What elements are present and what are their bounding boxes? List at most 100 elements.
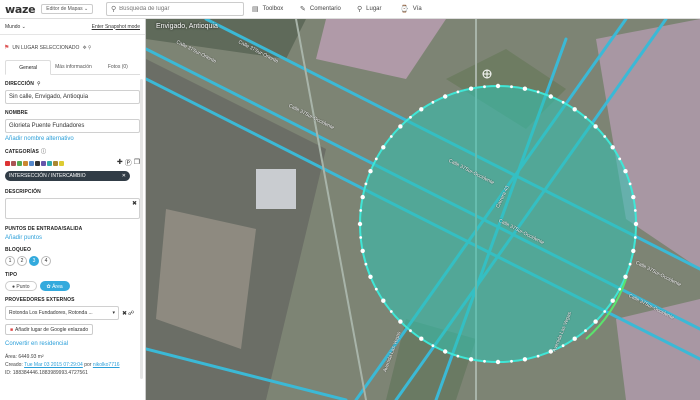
area-vertex-handle[interactable] xyxy=(633,221,639,227)
area-vertex-handle[interactable] xyxy=(593,124,598,129)
provider-dropdown-icon[interactable]: ▾ xyxy=(112,310,115,316)
area-vertex-handle[interactable] xyxy=(381,298,386,303)
type-area-button[interactable]: ✿ Área xyxy=(39,281,70,291)
area-vertex-handle[interactable] xyxy=(483,359,486,363)
tab-general[interactable]: General xyxy=(5,60,52,75)
area-vertex-handle[interactable] xyxy=(603,310,607,313)
area-vertex-handle[interactable] xyxy=(443,349,448,354)
area-vertex-handle[interactable] xyxy=(431,100,435,104)
name-field[interactable]: Glorieta Puente Fundadores xyxy=(5,119,140,133)
provider-field[interactable]: Rotonda Los Fundadores, Rotonda ... ▾ xyxy=(5,306,119,320)
link-provider-icon[interactable]: ☍ xyxy=(128,310,134,317)
area-vertex-handle[interactable] xyxy=(357,221,363,227)
world-dropdown[interactable]: Mundo ⌄ xyxy=(5,24,26,30)
area-vertex-handle[interactable] xyxy=(623,169,628,174)
area-vertex-handle[interactable] xyxy=(495,359,501,365)
area-vertex-handle[interactable] xyxy=(628,182,632,186)
area-vertex-handle[interactable] xyxy=(389,135,393,138)
category-icon[interactable] xyxy=(47,160,52,166)
area-vertex-handle[interactable] xyxy=(572,107,577,112)
area-vertex-handle[interactable] xyxy=(572,336,577,341)
area-vertex-handle[interactable] xyxy=(495,83,501,89)
category-pill[interactable]: INTERSECCIÓN / INTERCAMBIO ✕ xyxy=(5,171,130,181)
editor-dropdown[interactable]: Editor de Mapas ⌄ xyxy=(41,4,94,14)
remove-provider-icon[interactable]: ✖ xyxy=(122,310,127,317)
area-vertex-handle[interactable] xyxy=(360,248,365,254)
lock-level-2[interactable]: 2 xyxy=(17,256,27,266)
category-icon[interactable] xyxy=(23,160,28,166)
area-vertex-handle[interactable] xyxy=(368,274,373,279)
area-vertex-handle[interactable] xyxy=(548,94,553,99)
category-icon[interactable] xyxy=(59,160,64,166)
area-vertex-handle[interactable] xyxy=(389,310,393,313)
area-vertex-handle[interactable] xyxy=(536,90,540,94)
type-point-button[interactable]: ● Punto xyxy=(5,281,37,291)
help-icon[interactable]: ⓘ xyxy=(41,148,46,155)
search-address-icon[interactable]: ⚲ xyxy=(37,81,41,87)
area-vertex-handle[interactable] xyxy=(443,94,448,99)
area-vertex-handle[interactable] xyxy=(593,319,598,324)
area-vertex-handle[interactable] xyxy=(561,100,565,104)
waze-logo[interactable]: waze xyxy=(5,3,36,16)
map-canvas[interactable]: Envigado, Antioquia Calle 37Sur-Oriente … xyxy=(146,19,700,400)
search-bar[interactable]: ⚲ xyxy=(106,2,244,16)
sidebar-scrollbar[interactable] xyxy=(140,79,143,379)
area-vertex-handle[interactable] xyxy=(431,344,435,348)
road-button[interactable]: ⌚ Vía xyxy=(400,5,422,13)
area-vertex-handle[interactable] xyxy=(628,262,632,266)
close-description-icon[interactable]: ✖ xyxy=(132,200,137,207)
address-field[interactable]: Sin calle, Envigado, Antioquia xyxy=(5,90,140,104)
created-date[interactable]: Tue Mar 03 2015 07:29:04 xyxy=(24,362,83,368)
area-vertex-handle[interactable] xyxy=(584,329,587,333)
tab-photos[interactable]: Fotos (0) xyxy=(96,60,140,74)
area-vertex-handle[interactable] xyxy=(381,145,386,150)
area-vertex-handle[interactable] xyxy=(409,329,412,333)
area-vertex-handle[interactable] xyxy=(456,90,460,94)
add-category-icon[interactable]: ✚ xyxy=(117,158,123,168)
add-points-link[interactable]: Añadir puntos xyxy=(5,235,140,241)
area-vertex-handle[interactable] xyxy=(419,336,424,341)
category-icon[interactable] xyxy=(35,160,40,166)
area-vertex-handle[interactable] xyxy=(368,169,373,174)
area-vertex-handle[interactable] xyxy=(398,124,403,129)
area-vertex-handle[interactable] xyxy=(631,194,636,200)
created-user-link[interactable]: nikolko7716 xyxy=(93,362,120,368)
place-button[interactable]: ⚲ Lugar xyxy=(357,5,382,13)
area-vertex-handle[interactable] xyxy=(618,287,622,291)
lock-level-3[interactable]: 3 xyxy=(29,256,39,266)
area-vertex-handle[interactable] xyxy=(610,145,615,150)
remove-category-icon[interactable] xyxy=(5,160,10,166)
area-vertex-handle[interactable] xyxy=(360,194,365,200)
add-alt-name-link[interactable]: Añadir nombre alternativo xyxy=(5,136,140,142)
area-vertex-handle[interactable] xyxy=(398,319,403,324)
area-vertex-handle[interactable] xyxy=(359,236,363,239)
area-vertex-handle[interactable] xyxy=(633,236,637,239)
area-vertex-handle[interactable] xyxy=(364,262,368,266)
area-vertex-handle[interactable] xyxy=(359,209,363,212)
toolbox-button[interactable]: ▤ Toolbox xyxy=(252,5,283,13)
category-icon[interactable] xyxy=(17,160,22,166)
area-vertex-handle[interactable] xyxy=(631,248,636,254)
area-vertex-handle[interactable] xyxy=(374,287,378,291)
area-vertex-handle[interactable] xyxy=(468,357,474,362)
remove-category-pill-icon[interactable]: ✕ xyxy=(122,173,126,179)
area-vertex-handle[interactable] xyxy=(374,157,378,161)
comment-button[interactable]: ✎ Comentario xyxy=(300,5,341,13)
area-vertex-handle[interactable] xyxy=(522,86,528,91)
area-vertex-handle[interactable] xyxy=(483,85,486,89)
area-vertex-handle[interactable] xyxy=(633,209,637,212)
area-vertex-handle[interactable] xyxy=(561,344,565,348)
area-vertex-handle[interactable] xyxy=(456,354,460,358)
description-textarea[interactable]: ✖ xyxy=(5,198,140,219)
tab-more-info[interactable]: Más información xyxy=(51,60,95,74)
area-vertex-handle[interactable] xyxy=(603,135,607,138)
category-icon[interactable] xyxy=(29,160,34,166)
add-google-place-button[interactable]: ■ Añadir lugar de Google enlazado xyxy=(5,324,94,335)
area-vertex-handle[interactable] xyxy=(419,107,424,112)
link-icon[interactable]: ⚲ xyxy=(88,45,92,51)
search-input[interactable] xyxy=(119,6,235,12)
category-icon[interactable] xyxy=(53,160,58,166)
area-vertex-handle[interactable] xyxy=(510,359,513,363)
area-vertex-handle[interactable] xyxy=(364,182,368,186)
area-vertex-handle[interactable] xyxy=(468,86,474,91)
